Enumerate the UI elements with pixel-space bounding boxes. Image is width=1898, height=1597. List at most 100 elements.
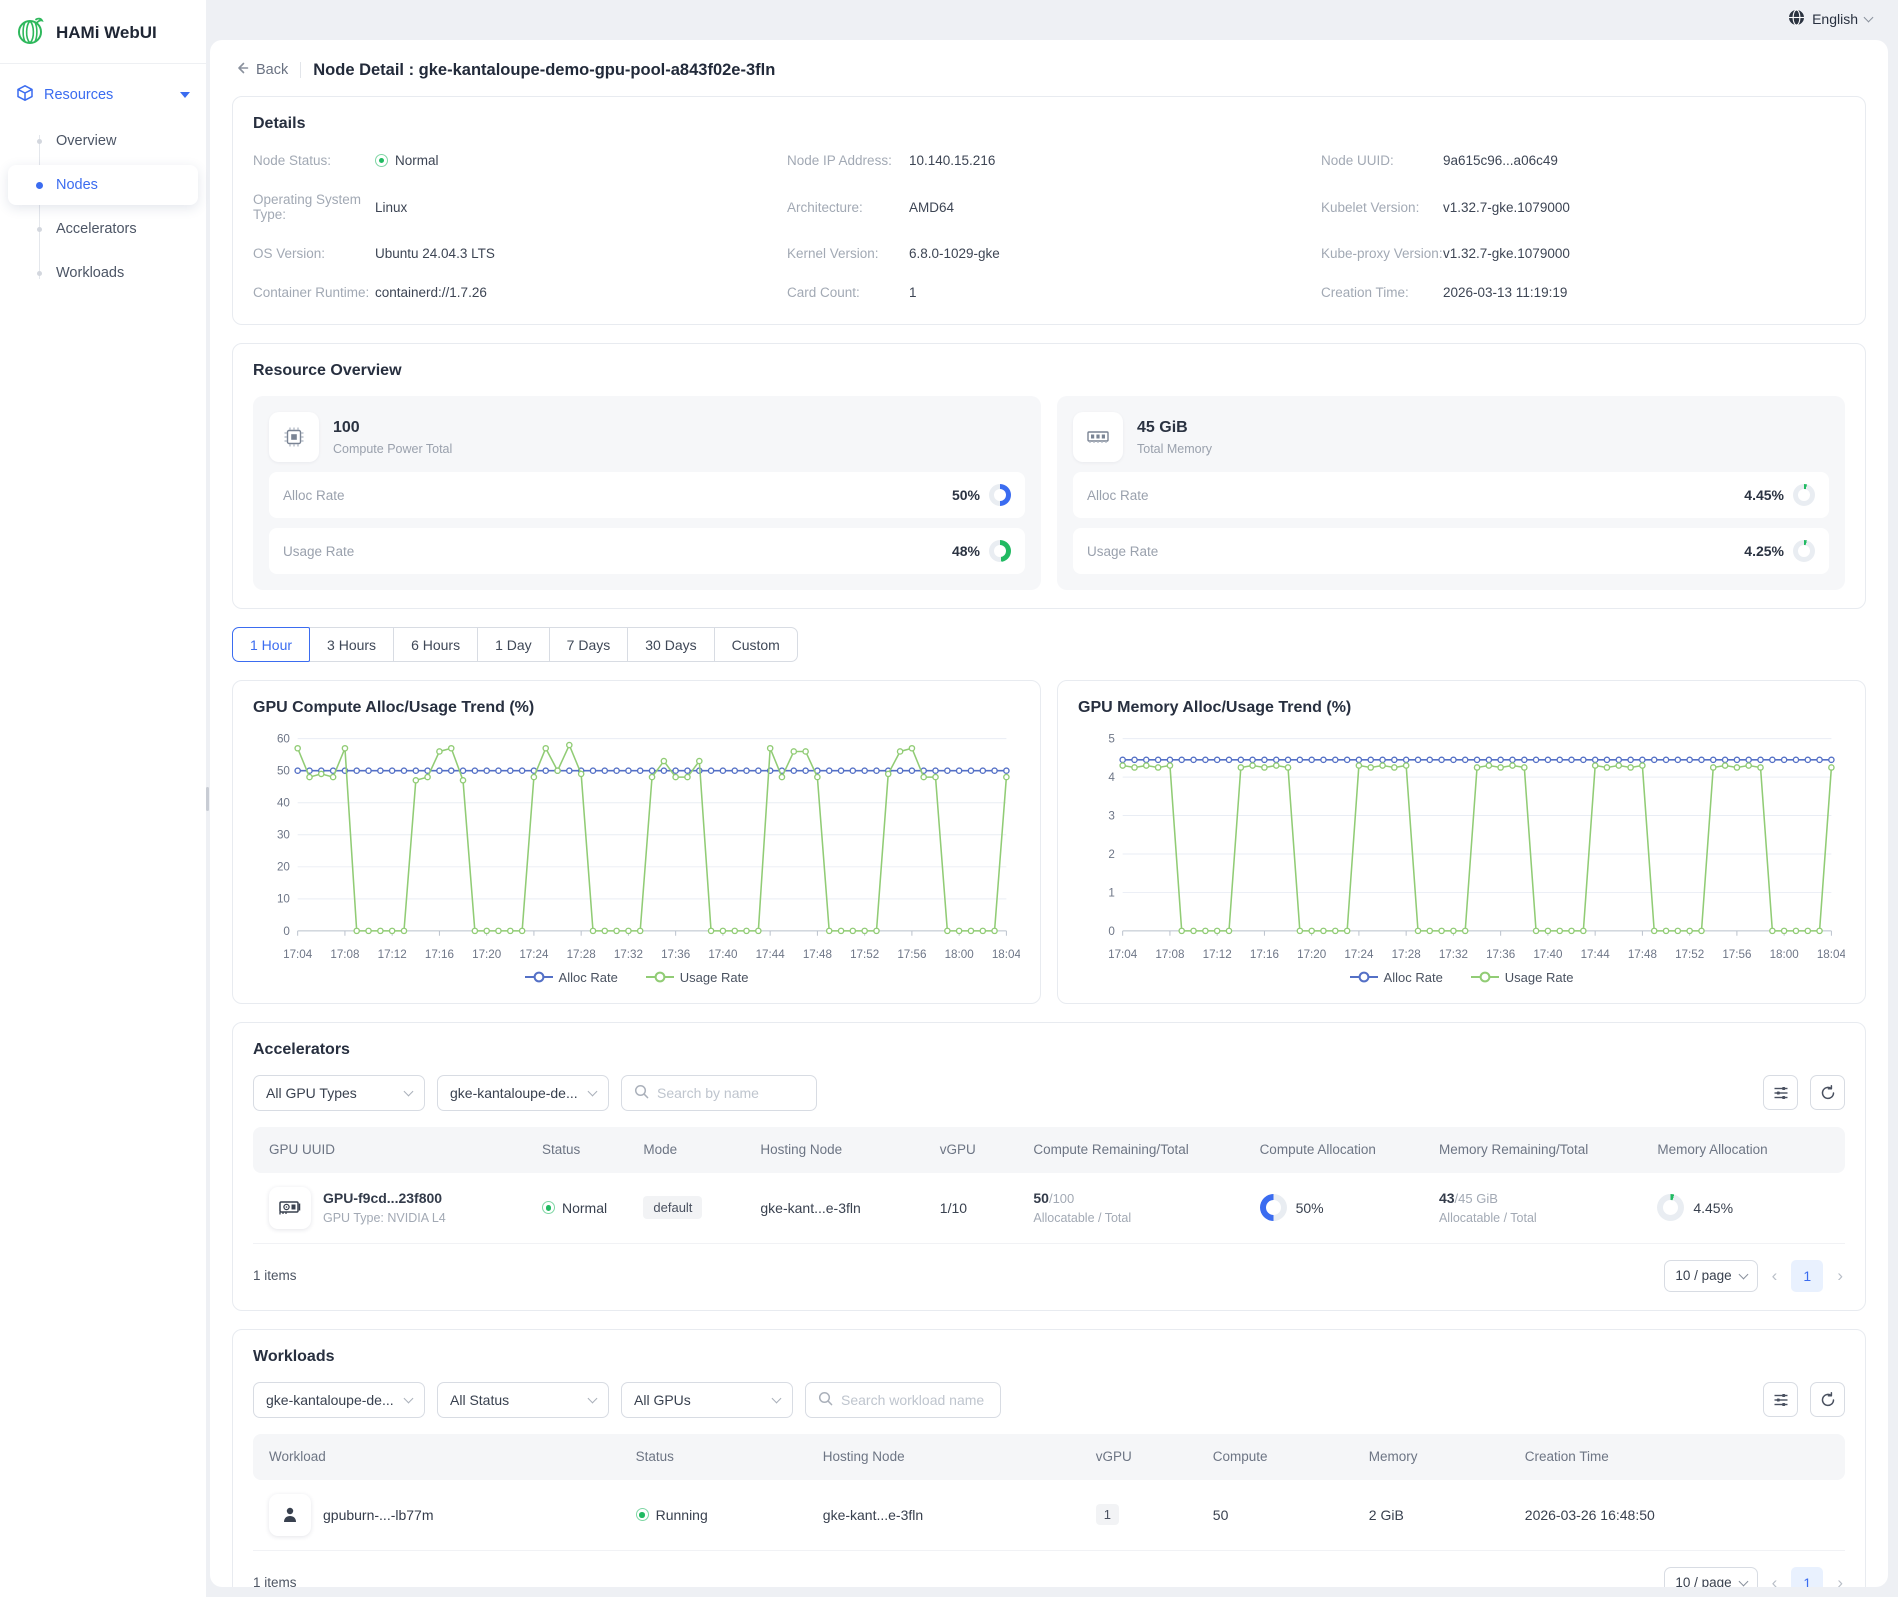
- tab-custom[interactable]: Custom: [714, 627, 798, 662]
- accelerator-search-input[interactable]: [657, 1085, 804, 1101]
- workloads-table: Workload Status Hosting Node vGPU Comput…: [253, 1434, 1845, 1551]
- legend-line-marker-icon: [1350, 971, 1378, 983]
- page-size-select[interactable]: 10 / page: [1664, 1260, 1757, 1292]
- column-settings-button[interactable]: [1763, 1075, 1798, 1110]
- page-number-1[interactable]: 1: [1791, 1260, 1823, 1292]
- workload-status-select[interactable]: All Status: [437, 1382, 609, 1418]
- legend-label: Alloc Rate: [1384, 970, 1443, 985]
- gpu-uuid-value[interactable]: GPU-f9cd...23f800: [323, 1190, 446, 1206]
- items-count: 1 items: [253, 1575, 1664, 1587]
- page: HAMi WebUI Resources Overview Nodes: [0, 0, 1898, 1597]
- back-arrow-icon: [234, 60, 250, 80]
- refresh-button[interactable]: [1810, 1075, 1845, 1110]
- chart-legend: Alloc Rate Usage Rate: [1078, 966, 1845, 991]
- back-button[interactable]: Back: [234, 60, 288, 80]
- col-status: Status: [542, 1142, 643, 1157]
- workload-icon: [269, 1494, 311, 1536]
- field-card-count: Card Count: 1: [787, 285, 1311, 300]
- field-label: Container Runtime:: [253, 285, 375, 300]
- workload-node-select-value: gke-kantaloupe-de...: [266, 1392, 394, 1408]
- language-selector[interactable]: English: [1788, 9, 1872, 29]
- legend-label: Usage Rate: [1505, 970, 1574, 985]
- legend-line-marker-icon: [1471, 971, 1499, 983]
- sidebar-collapse-handle[interactable]: [206, 787, 209, 811]
- tab-3-hours[interactable]: 3 Hours: [309, 627, 394, 662]
- accelerators-table: GPU UUID Status Mode Hosting Node vGPU C…: [253, 1127, 1845, 1244]
- tab-30-days[interactable]: 30 Days: [627, 627, 714, 662]
- gpu-type-select[interactable]: All GPU Types: [253, 1075, 425, 1111]
- tab-1-day[interactable]: 1 Day: [477, 627, 550, 662]
- hosting-node-value: gke-kant...e-3fln: [823, 1507, 1096, 1523]
- details-title: Details: [253, 115, 1845, 133]
- svg-text:5: 5: [1108, 733, 1114, 746]
- svg-text:17:24: 17:24: [519, 948, 549, 961]
- workload-search-input[interactable]: [841, 1392, 988, 1408]
- svg-text:3: 3: [1108, 809, 1114, 822]
- col-mode: Mode: [643, 1142, 760, 1157]
- content-column: English Back Node Detail : gke-kantaloup…: [206, 0, 1898, 1597]
- field-value: Ubuntu 24.04.3 LTS: [375, 246, 495, 261]
- field-architecture: Architecture: AMD64: [787, 192, 1311, 222]
- workload-table-row[interactable]: gpuburn-...-lb77m Running gke-kant...e-3…: [253, 1480, 1845, 1551]
- gpu-compute-trend-chart-card: GPU Compute Alloc/Usage Trend (%) 010203…: [232, 680, 1041, 1004]
- next-page-button[interactable]: ›: [1835, 1573, 1845, 1587]
- field-node-ip: Node IP Address: 10.140.15.216: [787, 153, 1311, 168]
- workload-gpu-select[interactable]: All GPUs: [621, 1382, 793, 1418]
- accelerator-search[interactable]: [621, 1075, 817, 1111]
- resource-overview-card: Resource Overview: [232, 343, 1866, 609]
- workload-name[interactable]: gpuburn-...-lb77m: [323, 1507, 434, 1523]
- tab-7-days[interactable]: 7 Days: [549, 627, 629, 662]
- memory-allocation-value: 4.45%: [1693, 1200, 1733, 1216]
- sidebar-section-resources[interactable]: Resources: [0, 72, 206, 117]
- prev-page-button[interactable]: ‹: [1770, 1266, 1780, 1286]
- workloads-table-header: Workload Status Hosting Node vGPU Comput…: [253, 1434, 1845, 1480]
- page-number-1[interactable]: 1: [1791, 1567, 1823, 1587]
- field-label: Card Count:: [787, 285, 909, 300]
- tab-1-hour[interactable]: 1 Hour: [232, 627, 310, 662]
- col-hosting-node: Hosting Node: [823, 1449, 1096, 1464]
- legend-item-alloc-rate[interactable]: Alloc Rate: [1350, 970, 1443, 985]
- legend-item-alloc-rate[interactable]: Alloc Rate: [525, 970, 618, 985]
- node-select[interactable]: gke-kantaloupe-de...: [437, 1075, 609, 1111]
- field-value: 1: [909, 285, 917, 300]
- sidebar-divider: [0, 63, 206, 64]
- gpu-type-value: GPU Type: NVIDIA L4: [323, 1211, 446, 1225]
- accelerators-dot-icon: [37, 227, 42, 232]
- tab-6-hours[interactable]: 6 Hours: [393, 627, 478, 662]
- compute-value: 50: [1213, 1507, 1369, 1523]
- chevron-down-icon: [588, 1086, 598, 1096]
- legend-item-usage-rate[interactable]: Usage Rate: [1471, 970, 1574, 985]
- next-page-button[interactable]: ›: [1835, 1266, 1845, 1286]
- svg-text:0: 0: [283, 925, 290, 938]
- workload-search[interactable]: [805, 1382, 1001, 1418]
- vgpu-value: 1/10: [940, 1200, 1034, 1216]
- sidebar-item-nodes[interactable]: Nodes: [8, 165, 198, 205]
- page-size-select[interactable]: 10 / page: [1664, 1567, 1757, 1587]
- workloads-dot-icon: [37, 271, 42, 276]
- charts-grid: GPU Compute Alloc/Usage Trend (%) 010203…: [232, 680, 1866, 1004]
- resources-caret-down-icon: [180, 92, 190, 98]
- sidebar-item-overview[interactable]: Overview: [8, 121, 198, 161]
- page-size-value: 10 / page: [1675, 1268, 1731, 1283]
- sidebar-item-accelerators[interactable]: Accelerators: [8, 209, 198, 249]
- refresh-button[interactable]: [1810, 1382, 1845, 1417]
- accelerators-card: Accelerators All GPU Types gke-kantaloup…: [232, 1022, 1866, 1311]
- col-gpu-uuid: GPU UUID: [269, 1142, 542, 1157]
- workload-node-select[interactable]: gke-kantaloupe-de...: [253, 1382, 425, 1418]
- svg-text:17:44: 17:44: [1581, 948, 1611, 961]
- workload-gpu-select-value: All GPUs: [634, 1392, 691, 1408]
- svg-text:17:04: 17:04: [1108, 948, 1138, 961]
- field-label: Kube-proxy Version:: [1321, 246, 1443, 261]
- column-settings-button[interactable]: [1763, 1382, 1798, 1417]
- compute-chip-icon: [269, 412, 319, 462]
- field-container-runtime: Container Runtime: containerd://1.7.26: [253, 285, 777, 300]
- sidebar-item-workloads[interactable]: Workloads: [8, 253, 198, 293]
- accelerator-table-row[interactable]: GPU-f9cd...23f800 GPU Type: NVIDIA L4 No…: [253, 1173, 1845, 1244]
- svg-text:17:04: 17:04: [283, 948, 313, 961]
- svg-text:17:32: 17:32: [614, 948, 643, 961]
- mode-chip: default: [643, 1196, 702, 1219]
- legend-item-usage-rate[interactable]: Usage Rate: [646, 970, 749, 985]
- workloads-pagination: 1 items 10 / page ‹ 1 ›: [253, 1567, 1845, 1587]
- items-count: 1 items: [253, 1268, 1664, 1283]
- prev-page-button[interactable]: ‹: [1770, 1573, 1780, 1587]
